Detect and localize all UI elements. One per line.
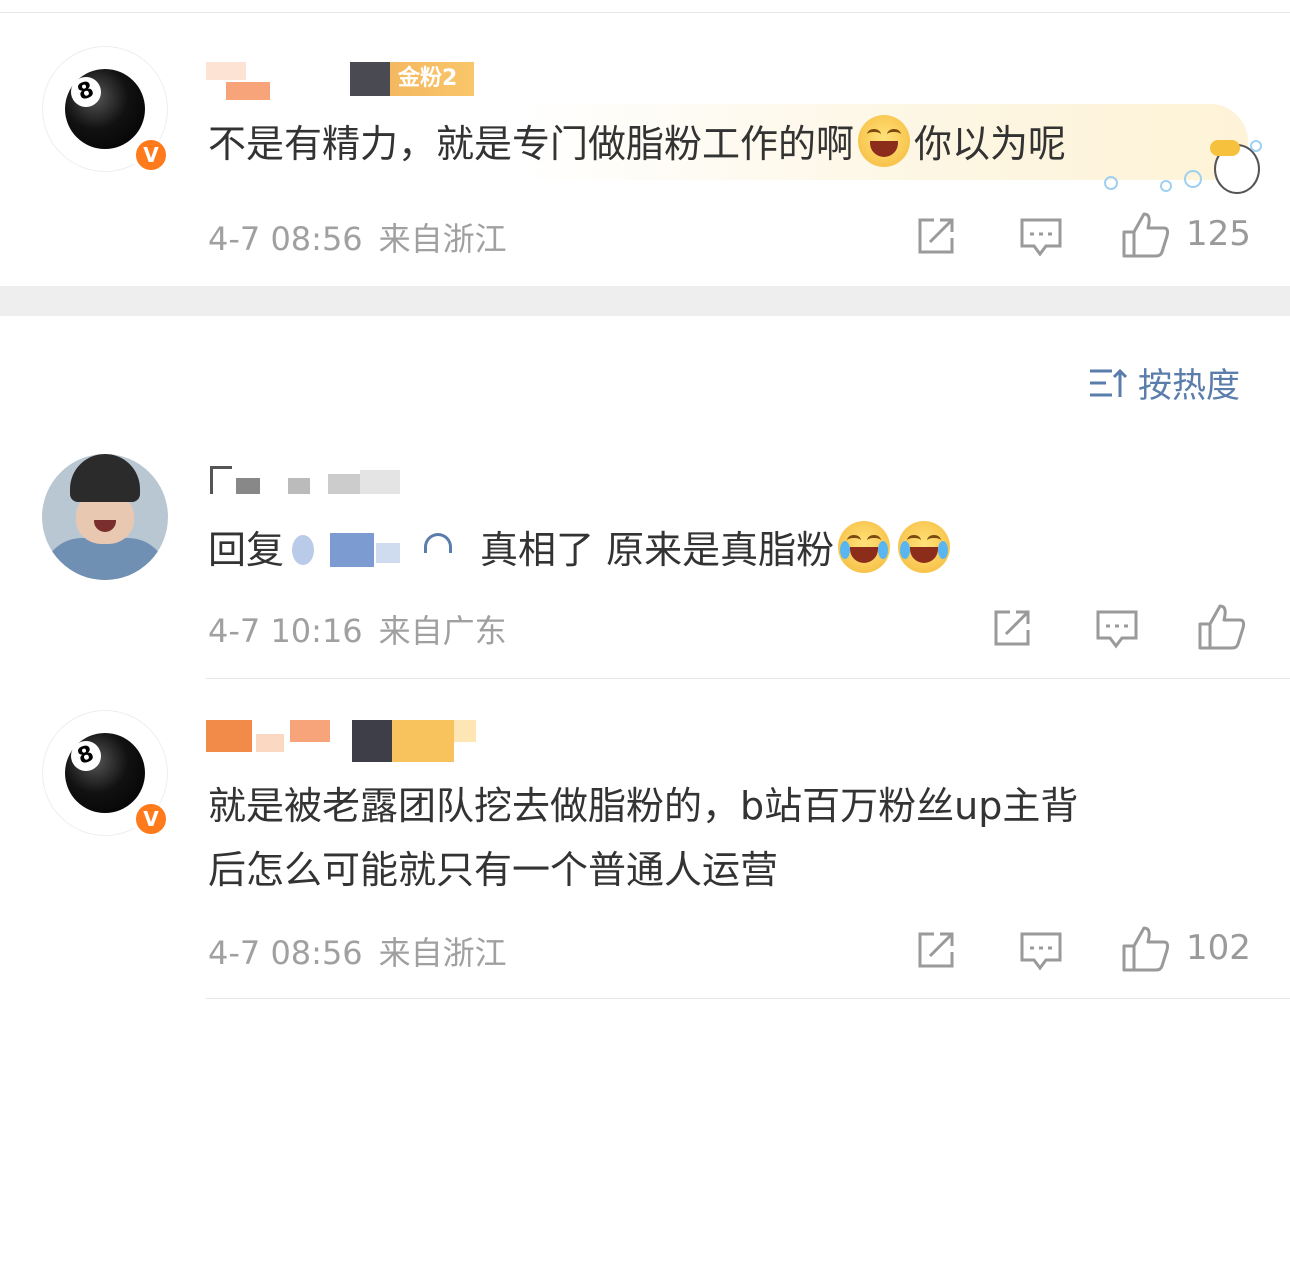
like-count: 102 — [1186, 928, 1251, 968]
comment-separator — [206, 678, 1290, 679]
avatar[interactable]: 8 V — [42, 46, 169, 173]
comment-time: 4-7 10:16 — [208, 612, 363, 650]
like-count: 125 — [1186, 214, 1251, 254]
comment-region: 来自浙江 — [378, 220, 507, 258]
fan-badge: 金粉2 — [350, 62, 474, 96]
comment-icon[interactable] — [1018, 928, 1064, 974]
laugh-cry-emoji-icon — [858, 115, 911, 167]
thumbs-up-icon[interactable] — [1120, 924, 1170, 974]
username-redacted[interactable] — [206, 720, 332, 754]
cute-sticker-icon — [1104, 140, 1264, 200]
sort-button[interactable]: 按热度 — [1088, 358, 1240, 407]
comment-separator — [206, 998, 1290, 999]
comment-meta: 4-7 08:56 来自浙江 — [208, 928, 507, 974]
verified-v-icon: V — [133, 801, 169, 837]
top-divider — [0, 12, 1290, 13]
comment-text: 回复 真相了 原来是真脂粉 — [208, 518, 954, 582]
share-icon[interactable] — [914, 214, 958, 258]
username-redacted[interactable] — [206, 62, 276, 100]
username-redacted[interactable] — [210, 466, 424, 496]
face-palm-laugh-emoji-icon — [898, 521, 951, 573]
comment-time: 4-7 08:56 — [208, 934, 363, 972]
share-icon[interactable] — [990, 606, 1034, 650]
eight-ball-avatar-image: 8 — [65, 69, 145, 149]
sort-icon — [1090, 368, 1128, 397]
face-palm-laugh-emoji-icon — [838, 521, 891, 573]
comment-icon[interactable] — [1018, 214, 1064, 260]
comment-text-line: 就是被老露团队挖去做脂粉的，b站百万粉丝up主背 — [208, 784, 1079, 828]
reply-prefix: 回复 — [208, 528, 285, 572]
comment-text: 不是有精力，就是专门做脂粉工作的啊 你以为呢 — [208, 112, 1066, 176]
share-icon[interactable] — [914, 928, 958, 972]
eight-ball-avatar-image: 8 — [65, 733, 145, 813]
comment-meta: 4-7 10:16 来自广东 — [208, 606, 507, 652]
avatar[interactable]: 8 V — [42, 710, 169, 837]
comment-text-line: 后怎么可能就只有一个普通人运营 — [208, 848, 779, 892]
fan-badge-label: 金粉2 — [398, 66, 458, 91]
thumbs-up-icon[interactable] — [1196, 602, 1246, 652]
comment-region: 来自广东 — [378, 612, 507, 650]
fan-badge — [352, 720, 476, 762]
verified-v-icon: V — [133, 137, 169, 173]
sort-label: 按热度 — [1138, 366, 1240, 406]
comment-icon[interactable] — [1094, 606, 1140, 652]
comment-meta: 4-7 08:56 来自浙江 — [208, 214, 507, 260]
thumbs-up-icon[interactable] — [1120, 210, 1170, 260]
comment-region: 来自浙江 — [378, 934, 507, 972]
mention-redacted[interactable] — [284, 529, 480, 569]
avatar[interactable] — [42, 454, 168, 580]
section-divider — [0, 286, 1290, 316]
comment-text: 就是被老露团队挖去做脂粉的，b站百万粉丝up主背 后怎么可能就只有一个普通人运营 — [208, 774, 1078, 902]
comment-time: 4-7 08:56 — [208, 220, 363, 258]
